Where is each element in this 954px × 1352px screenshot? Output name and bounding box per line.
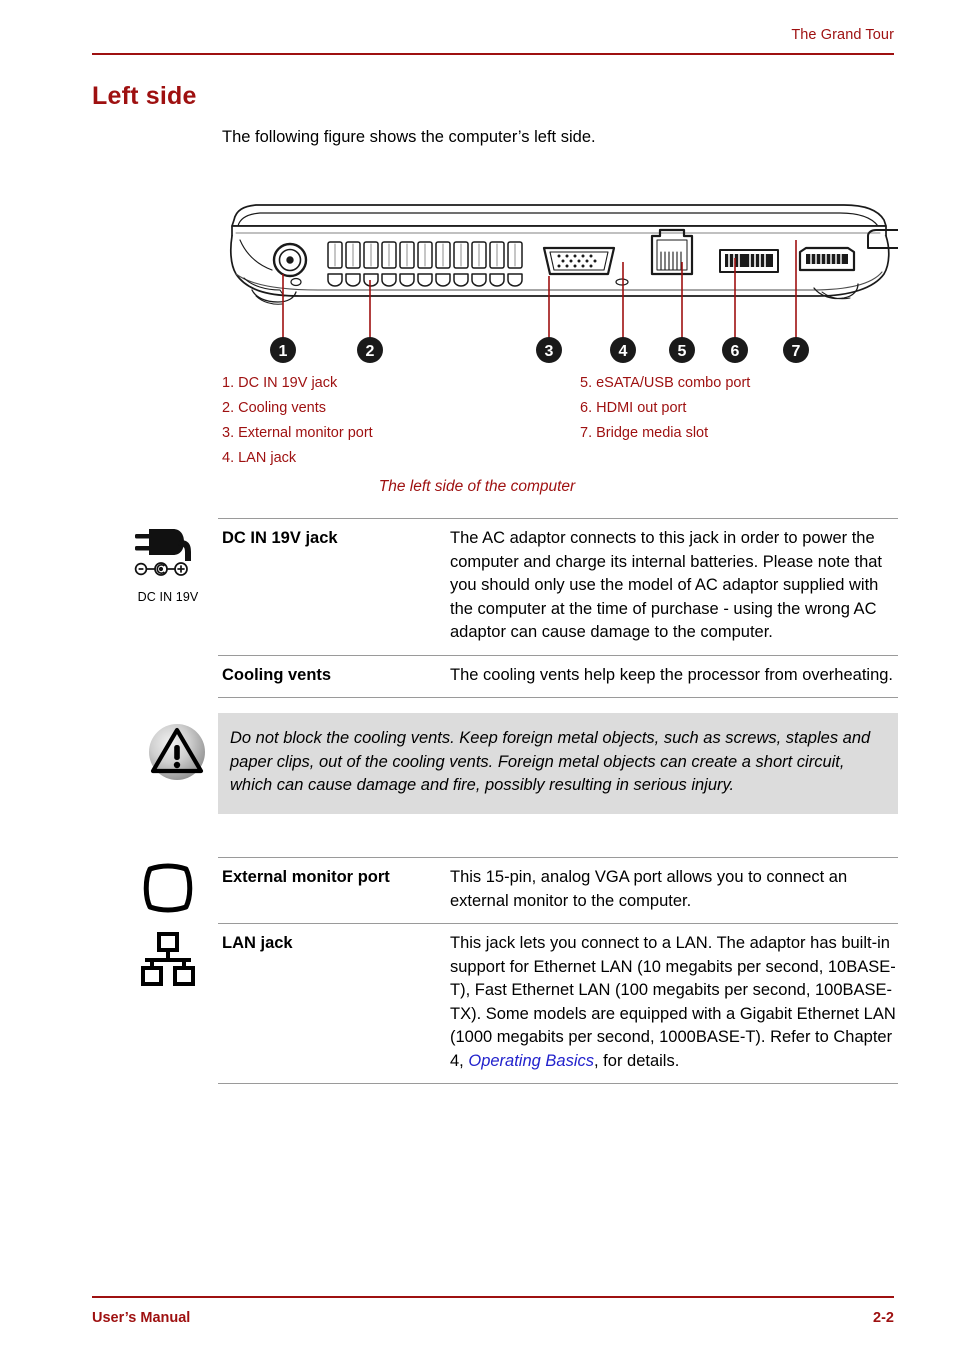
definition-description: This jack lets you connect to a LAN. The… — [450, 932, 898, 1073]
legend-item: 2. Cooling vents — [222, 400, 326, 416]
definition-description: This 15-pin, analog VGA port allows you … — [450, 868, 848, 910]
footer-divider — [92, 1296, 894, 1298]
caution-text-box: Do not block the cooling vents. Keep for… — [218, 713, 898, 814]
legend-column-left: 1. DC IN 19V jack 2. Cooling vents 3. Ex… — [222, 371, 373, 471]
intro-paragraph: The following figure shows the computer’… — [222, 128, 596, 146]
operating-basics-link[interactable]: Operating Basics — [468, 1052, 594, 1070]
definition-row-dc-in: DC IN 19V DC IN 19V jack The AC adaptor … — [0, 518, 954, 655]
definition-row-external-monitor: External monitor port This 15-pin, analo… — [0, 857, 954, 923]
callout-4: 4 — [619, 343, 628, 360]
caution-block: Do not block the cooling vents. Keep for… — [0, 713, 954, 835]
callout-1: 1 — [279, 343, 288, 360]
row-divider — [218, 697, 898, 698]
definition-term: External monitor port — [222, 868, 390, 886]
definition-term: Cooling vents — [222, 665, 332, 684]
header-divider — [92, 53, 894, 55]
legend-item: 7. Bridge media slot — [580, 425, 709, 441]
legend-item: 6. HDMI out port — [580, 400, 687, 416]
legend-item: 5. eSATA/USB combo port — [580, 375, 751, 391]
manual-page: The Grand Tour Left side The following f… — [0, 0, 954, 1352]
page-title: Left side — [92, 82, 197, 110]
callout-7: 7 — [792, 343, 801, 360]
definition-term: DC IN 19V jack — [222, 529, 338, 547]
definition-row-lan-jack: LAN jack This jack lets you connect to a… — [0, 923, 954, 1084]
lan-desc-part1: This jack lets you connect to a LAN. The… — [450, 934, 896, 1070]
legend-item: 1. DC IN 19V jack — [222, 375, 338, 391]
definition-description: The cooling vents help keep the processo… — [450, 665, 894, 684]
callout-2: 2 — [366, 343, 375, 360]
footer-manual-label: User’s Manual — [92, 1310, 191, 1326]
chapter-header-title: The Grand Tour — [791, 27, 894, 43]
callout-markers: 1 2 3 4 5 6 7 — [270, 337, 809, 363]
definition-term: LAN jack — [222, 934, 293, 952]
warning-triangle-icon — [146, 721, 208, 783]
row-divider — [218, 1083, 898, 1084]
port-definitions-table: DC IN 19V DC IN 19V jack The AC adaptor … — [0, 518, 954, 1084]
definition-row-cooling-vents: Cooling vents The cooling vents help kee… — [0, 654, 954, 698]
definition-description: The AC adaptor connects to this jack in … — [450, 529, 883, 641]
laptop-left-side-figure: 1 2 3 4 5 6 7 — [222, 192, 898, 372]
figure-caption: The left side of the computer — [378, 478, 576, 495]
legend-item: 4. LAN jack — [222, 450, 297, 466]
footer-page-number: 2-2 — [873, 1310, 894, 1326]
caution-text: Do not block the cooling vents. Keep for… — [230, 729, 871, 794]
lan-desc-part2: , for details. — [594, 1051, 680, 1070]
callout-6: 6 — [731, 343, 740, 360]
legend-item: 3. External monitor port — [222, 425, 373, 441]
callout-5: 5 — [678, 343, 687, 360]
callout-3: 3 — [545, 343, 554, 360]
legend-column-right: 5. eSATA/USB combo port 6. HDMI out port… — [580, 371, 750, 446]
